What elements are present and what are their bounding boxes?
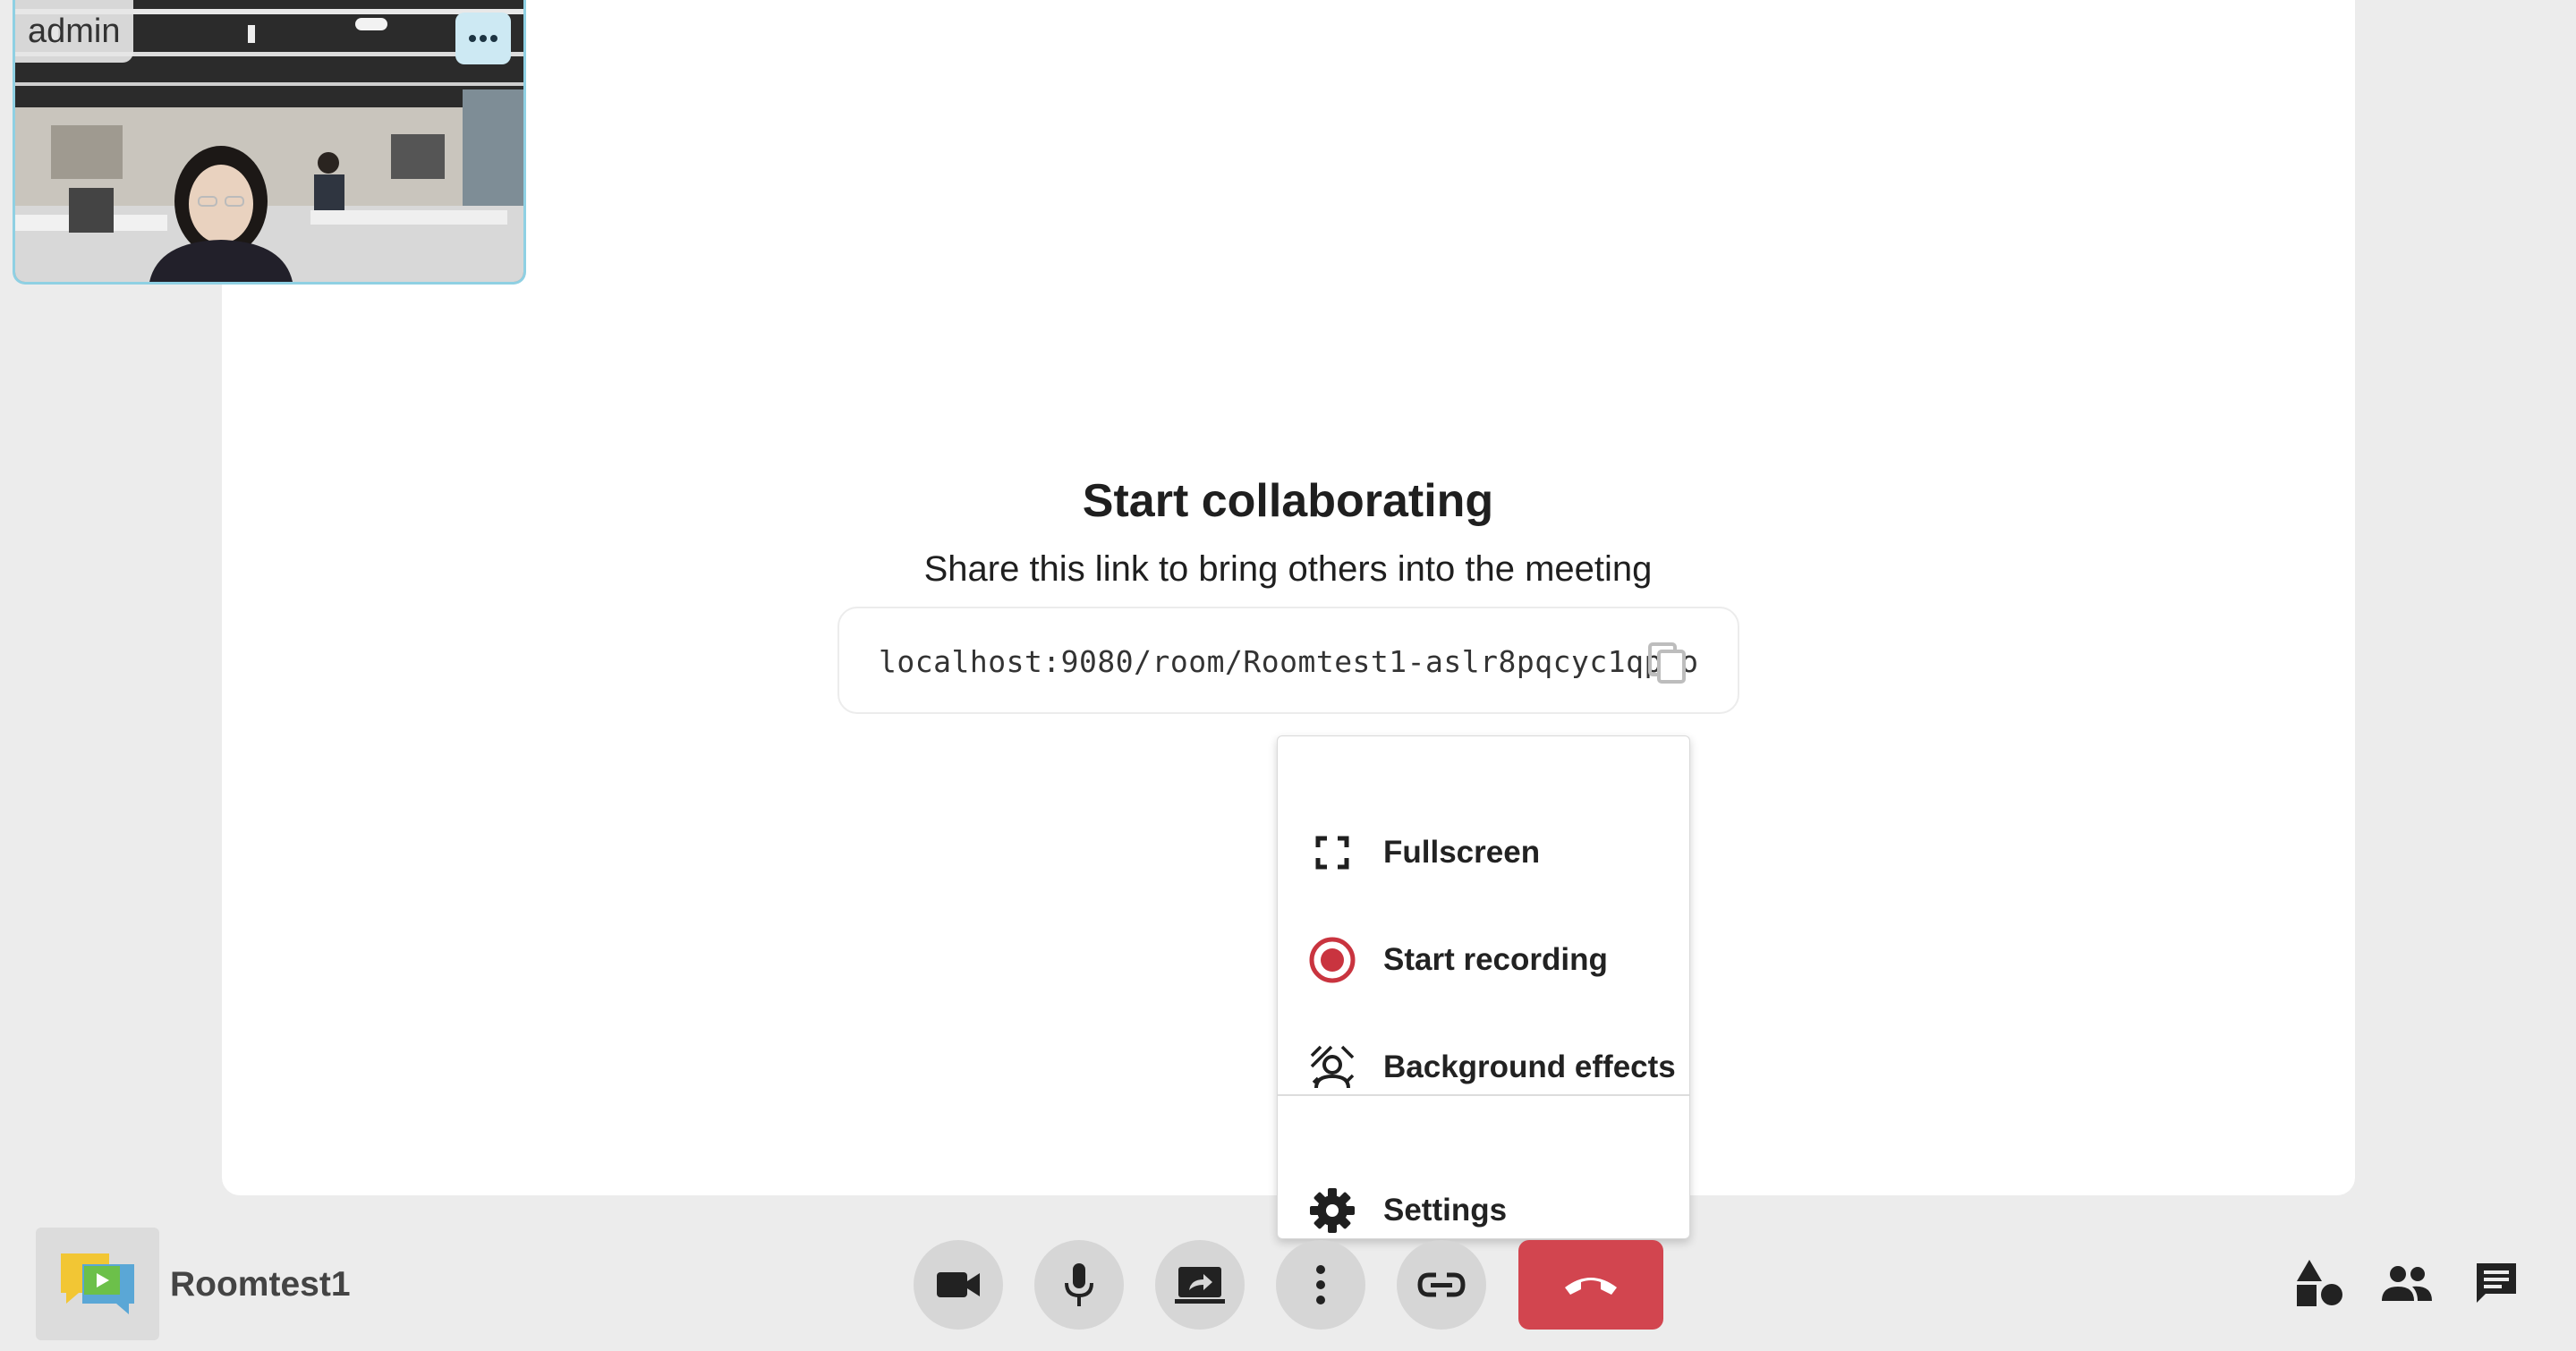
participant-tile[interactable]: admin (13, 0, 526, 285)
fullscreen-icon (1308, 828, 1356, 877)
screen-share-icon (1175, 1267, 1225, 1304)
menu-divider (1278, 1094, 1689, 1096)
room-name: Roomtest1 (170, 1265, 351, 1304)
menu-item-fullscreen[interactable]: Fullscreen (1278, 808, 1689, 897)
more-vertical-icon (1316, 1265, 1325, 1304)
menu-item-background-effects[interactable]: Background effects (1278, 1023, 1689, 1112)
more-horizontal-dot (480, 35, 487, 42)
collab-prompt: Start collaborating Share this link to b… (0, 467, 2576, 603)
chat-button[interactable] (2468, 1254, 2525, 1312)
camera-button[interactable] (914, 1240, 1003, 1330)
leave-call-button[interactable] (1518, 1240, 1663, 1330)
shapes-icon (2297, 1260, 2342, 1306)
participant-name: admin (15, 0, 133, 63)
collab-subtitle: Share this link to bring others into the… (923, 549, 1653, 589)
link-icon (1417, 1272, 1466, 1297)
more-options-menu: Fullscreen Start recording Background ef… (1277, 735, 1690, 1239)
menu-item-label: Background effects (1383, 1049, 1676, 1084)
record-icon (1308, 936, 1356, 984)
background-effects-icon (1308, 1043, 1356, 1092)
more-horizontal-icon (469, 35, 476, 42)
microphone-icon (1065, 1263, 1093, 1306)
room-logo (36, 1228, 159, 1340)
activities-button[interactable] (2291, 1254, 2348, 1312)
room-link[interactable]: localhost:9080/room/Roomtest1-aslr8pqcyc… (879, 608, 1699, 716)
room-link-box[interactable]: localhost:9080/room/Roomtest1-aslr8pqcyc… (837, 607, 1739, 714)
more-horizontal-dot (490, 35, 497, 42)
gear-icon (1308, 1186, 1356, 1235)
participants-button[interactable] (2378, 1254, 2436, 1312)
copy-icon[interactable] (1648, 642, 1688, 684)
menu-item-start-recording[interactable]: Start recording (1278, 915, 1689, 1005)
menu-item-label: Start recording (1383, 942, 1608, 977)
microphone-button[interactable] (1034, 1240, 1124, 1330)
video-camera-icon (937, 1272, 980, 1297)
more-options-button[interactable] (1276, 1240, 1365, 1330)
hang-up-icon (1565, 1278, 1617, 1295)
collab-title: Start collaborating (1082, 475, 1494, 527)
participant-menu-button[interactable] (455, 13, 511, 64)
menu-item-label: Fullscreen (1383, 835, 1541, 870)
app-logo-icon (61, 1253, 134, 1314)
people-icon (2382, 1266, 2432, 1301)
copy-link-button[interactable] (1397, 1240, 1486, 1330)
chat-icon (2477, 1263, 2516, 1303)
screen-share-button[interactable] (1155, 1240, 1245, 1330)
menu-item-label: Settings (1383, 1193, 1508, 1228)
